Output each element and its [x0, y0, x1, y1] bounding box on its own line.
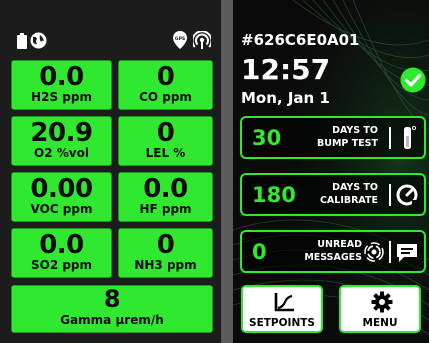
wireless-signal-icon — [193, 31, 211, 49]
sensor-unit: HF ppm — [139, 202, 192, 216]
sensor-unit: CO ppm — [139, 90, 192, 104]
sensor-unit: NH3 ppm — [134, 258, 197, 272]
calibrate-gauge-icon — [396, 184, 418, 206]
bump-test-icon — [404, 125, 417, 149]
gps-pin-icon: GPS — [173, 31, 187, 49]
sensor-unit: O2 %vol — [34, 146, 89, 160]
calibrate-days: 180 — [252, 183, 296, 207]
sensor-value: 8 — [103, 285, 121, 313]
sensor-unit: VOC ppm — [30, 202, 93, 216]
bump-test-days: 30 — [252, 126, 282, 150]
sensor-tile-h2s[interactable]: 0.0 H2S ppm — [11, 60, 112, 110]
menu-label: MENU — [362, 317, 398, 329]
device-panel: #626C6E0A01 12:57 Mon, Jan 1 30 DAYS TO … — [233, 0, 429, 343]
setpoints-label: SETPOINTS — [249, 317, 315, 329]
battery-icon — [17, 33, 27, 49]
sensor-value: 0.0 — [39, 230, 84, 260]
separator — [389, 241, 391, 263]
sensor-value: 0.0 — [39, 62, 84, 92]
globe-icon — [30, 32, 47, 49]
sensor-tile-so2[interactable]: 0.0 SO2 ppm — [11, 228, 112, 278]
setpoints-graph-icon — [274, 293, 294, 312]
separator — [389, 184, 391, 206]
calibrate-box[interactable]: 180 DAYS TO CALIBRATE — [240, 173, 426, 216]
sensor-tile-hf[interactable]: 0.0 HF ppm — [118, 172, 213, 222]
clock-time: 12:57 — [241, 53, 331, 86]
sensor-value: 0 — [156, 118, 175, 148]
sensor-value: 0.00 — [30, 174, 93, 204]
sensor-unit: Gamma µrem/h — [60, 313, 164, 327]
messages-label: UNREAD MESSAGES — [304, 239, 362, 263]
bump-test-label: DAYS TO BUMP TEST — [317, 125, 378, 149]
menu-button[interactable]: MENU — [339, 285, 421, 333]
sensor-value: 0 — [156, 230, 175, 260]
bump-test-box[interactable]: 30 DAYS TO BUMP TEST — [240, 116, 426, 159]
separator — [389, 127, 391, 149]
message-icon — [397, 244, 417, 262]
gps-label: GPS — [175, 36, 185, 42]
sensor-tile-voc[interactable]: 0.00 VOC ppm — [11, 172, 112, 222]
radio-broadcast-icon — [364, 242, 384, 262]
sensor-unit: LEL % — [145, 146, 186, 160]
setpoints-button[interactable]: SETPOINTS — [241, 285, 323, 333]
sensor-tile-lel[interactable]: 0 LEL % — [118, 116, 213, 166]
checkmark-circle-icon — [400, 67, 426, 93]
sensor-value: 0 — [156, 62, 175, 92]
sensor-panel: GPS 0.0 H2S ppm 0 CO ppm 20.9 O2 %vol 0 … — [0, 0, 221, 343]
gear-icon — [371, 291, 393, 313]
panel-divider — [221, 0, 233, 343]
sensor-unit: SO2 ppm — [30, 258, 93, 272]
sensor-unit: H2S ppm — [31, 90, 92, 104]
sensor-value: 0.0 — [143, 174, 188, 204]
sensor-tile-gamma[interactable]: 8 Gamma µrem/h — [11, 285, 213, 333]
sensor-tile-nh3[interactable]: 0 NH3 ppm — [118, 228, 213, 278]
clock-date: Mon, Jan 1 — [241, 89, 330, 107]
messages-box[interactable]: 0 UNREAD MESSAGES — [240, 230, 426, 273]
sensor-tile-o2[interactable]: 20.9 O2 %vol — [11, 116, 112, 166]
unread-count: 0 — [252, 240, 267, 264]
sensor-tile-co[interactable]: 0 CO ppm — [118, 60, 213, 110]
sensor-value: 20.9 — [30, 118, 93, 148]
calibrate-label: DAYS TO CALIBRATE — [319, 182, 378, 206]
device-id: #626C6E0A01 — [241, 31, 360, 49]
